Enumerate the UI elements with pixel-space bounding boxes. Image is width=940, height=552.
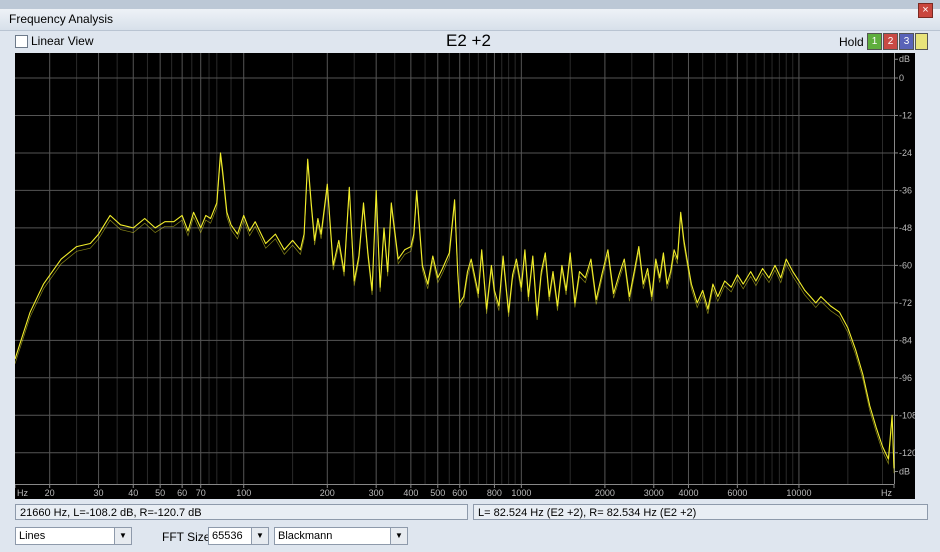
y-tick-label: -12 (899, 110, 912, 120)
toolbar-strip (0, 0, 940, 9)
x-tick-label: 60 (177, 488, 187, 498)
x-tick-label: 10000 (786, 488, 811, 498)
hold-button-2[interactable]: 2 (883, 33, 898, 50)
hold-button-1[interactable]: 1 (867, 33, 882, 50)
y-tick-label: 0 (899, 73, 904, 83)
window-title: Frequency Analysis (9, 12, 114, 26)
x-tick-label: 20 (45, 488, 55, 498)
y-tick-label: -96 (899, 373, 912, 383)
spectrum-chart: Hz 20 30 40 50 60 70 100 200 300 400 500 600 800 1000 2… (15, 53, 915, 499)
y-tick-label: -120 (899, 448, 915, 458)
title-bar: Frequency Analysis (0, 9, 940, 31)
x-tick-label: 50 (155, 488, 165, 498)
x-tick-label: Hz (17, 488, 28, 498)
cursor-readout: 21660 Hz, L=-108.2 dB, R=-120.7 dB (15, 504, 468, 520)
color-picker-button[interactable] (915, 33, 928, 50)
x-tick-label: 600 (452, 488, 467, 498)
display-mode-value: Lines (19, 530, 46, 542)
y-tick-label: -72 (899, 298, 912, 308)
hold-label: Hold (839, 35, 864, 49)
y-tick-label: -48 (899, 223, 912, 233)
chevron-down-icon: ▼ (114, 528, 131, 544)
x-tick-label: 40 (128, 488, 138, 498)
close-button[interactable]: × (918, 3, 933, 18)
x-tick-label: 2000 (595, 488, 615, 498)
window-function-select[interactable]: Blackmann ▼ (274, 527, 408, 545)
x-tick-label: 70 (196, 488, 206, 498)
y-tick-label: dB (899, 54, 910, 64)
linear-view-checkbox[interactable] (15, 35, 28, 48)
linear-view-label: Linear View (31, 34, 94, 48)
x-tick-label: 300 (369, 488, 384, 498)
fft-size-select[interactable]: 65536 ▼ (208, 527, 269, 545)
y-tick-label: -60 (899, 260, 912, 270)
y-tick-label: -84 (899, 335, 912, 345)
x-tick-label: Hz (881, 488, 892, 498)
detected-note-label: E2 +2 (446, 31, 491, 50)
x-tick-label: 3000 (644, 488, 664, 498)
x-tick-label: 4000 (678, 488, 698, 498)
x-tick-label: 30 (94, 488, 104, 498)
window-function-value: Blackmann (278, 530, 333, 542)
y-tick-label: -108 (899, 410, 915, 420)
x-tick-label: 200 (320, 488, 335, 498)
chevron-down-icon: ▼ (251, 528, 268, 544)
hold-button-3[interactable]: 3 (899, 33, 914, 50)
y-tick-label: -36 (899, 185, 912, 195)
fft-size-value: 65536 (212, 530, 243, 542)
x-tick-label: 100 (236, 488, 251, 498)
x-tick-label: 1000 (511, 488, 531, 498)
y-tick-label: dB (899, 467, 910, 477)
chevron-down-icon: ▼ (390, 528, 407, 544)
y-tick-label: -24 (899, 148, 912, 158)
x-tick-label: 400 (403, 488, 418, 498)
x-tick-label: 6000 (727, 488, 747, 498)
display-mode-select[interactable]: Lines ▼ (15, 527, 132, 545)
fft-size-label: FFT Size (162, 530, 211, 544)
x-tick-label: 800 (487, 488, 502, 498)
peak-readout: L= 82.524 Hz (E2 +2), R= 82.534 Hz (E2 +… (473, 504, 928, 520)
x-tick-label: 500 (430, 488, 445, 498)
window-right-margin (915, 53, 940, 499)
